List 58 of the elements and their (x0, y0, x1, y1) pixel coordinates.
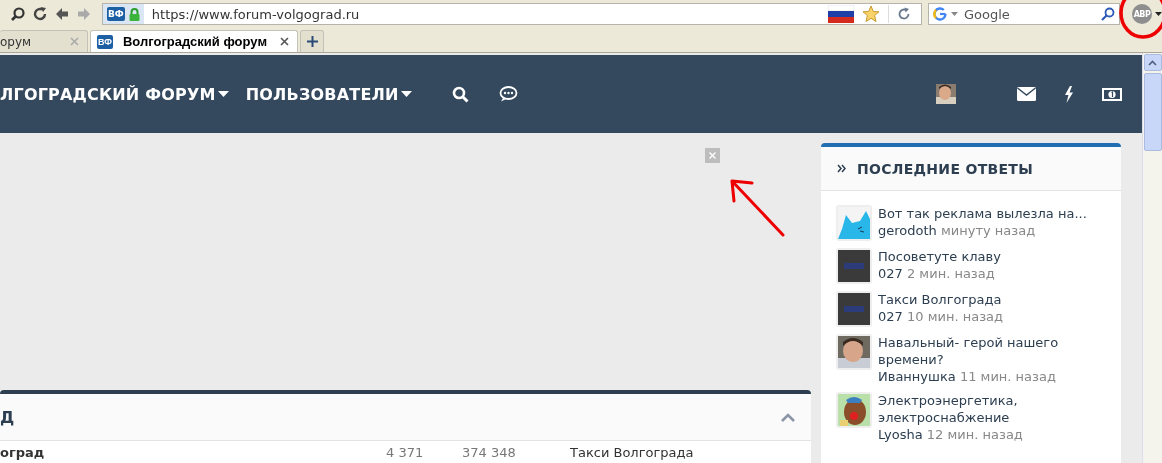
lightning-icon[interactable] (1064, 85, 1074, 103)
topic-count: 4 371 (386, 444, 425, 460)
last-post-link[interactable]: Такси Волгограда (570, 444, 694, 460)
google-g-icon (933, 7, 947, 21)
tab-title: Волгоградский форум (122, 34, 268, 49)
chat-bubble-icon[interactable] (498, 86, 518, 102)
double-chevron-icon (837, 164, 846, 173)
plus-icon (306, 36, 318, 47)
collapse-chevron-icon[interactable] (781, 412, 795, 422)
author-name[interactable]: 027 (878, 309, 903, 324)
author-name[interactable]: gerodoth (878, 223, 937, 238)
banknote-icon[interactable] (1102, 87, 1122, 101)
post-time: 11 мин. назад (959, 369, 1056, 384)
topic-link[interactable]: Такси Волгограда (878, 291, 1003, 308)
sidebar-title: ПОСЛЕДНИЕ ОТВЕТЫ (857, 160, 1033, 177)
author-name[interactable]: 027 (878, 266, 903, 281)
search-box[interactable]: Google (928, 3, 1120, 25)
section-title: Д (0, 407, 15, 427)
envelope-icon[interactable] (1017, 87, 1036, 101)
back-arrow-icon[interactable] (54, 6, 70, 22)
caret-icon (951, 12, 958, 16)
post-time: 12 мин. назад (926, 427, 1023, 442)
search-icon[interactable] (451, 85, 469, 103)
post-count: 374 348 (462, 444, 517, 460)
search-icon[interactable] (10, 6, 26, 22)
site-logo: ВФ (97, 34, 113, 49)
tab-title: орум (0, 34, 33, 49)
search-icon[interactable] (1101, 7, 1115, 21)
author-name[interactable]: Lyosha (878, 427, 923, 442)
close-icon[interactable] (280, 37, 289, 46)
topic-link[interactable]: Электроэнергетика, электроснабжение (878, 392, 1106, 426)
author-name[interactable]: Иваннушка (878, 369, 956, 384)
post-time: 2 мин. назад (906, 266, 995, 281)
address-bar[interactable]: ВФ https://www.forum-volgograd.ru (102, 3, 922, 25)
topic-link[interactable]: Вот так реклама вылезла на... (878, 205, 1087, 222)
nav-menu-item[interactable]: ПОЛЬЗОВАТЕЛИ (245, 84, 412, 104)
refresh-icon[interactable] (897, 7, 911, 21)
post-time: 10 мин. назад (906, 309, 1003, 324)
browser-tab[interactable]: орум (0, 30, 88, 52)
scroll-up-button[interactable] (1143, 54, 1162, 71)
caret-icon[interactable] (1155, 12, 1162, 16)
scrollbar[interactable] (1142, 53, 1162, 463)
star-icon[interactable] (862, 5, 880, 23)
topic-link[interactable]: Посоветуте клаву (878, 248, 1001, 265)
browser-tab[interactable]: ВФ Волгоградский форум (90, 30, 298, 52)
forum-title[interactable]: оград (0, 444, 386, 460)
url-text: https://www.forum-volgograd.ru (151, 6, 360, 22)
reload-icon[interactable] (32, 6, 48, 22)
site-logo: ВФ (107, 7, 125, 21)
new-tab-button[interactable] (300, 30, 324, 52)
nav-menu-item[interactable]: ЛГОГРАДСКИЙ ФОРУМ (0, 84, 229, 104)
close-icon (709, 152, 716, 159)
lock-icon (128, 7, 140, 21)
scroll-thumb[interactable] (1143, 73, 1162, 151)
post-time: минуту назад (940, 223, 1036, 238)
up-chevron-icon (1148, 59, 1157, 66)
topic-link[interactable]: Навальный- герой нашего времени? (878, 334, 1106, 368)
russian-flag-icon (828, 5, 854, 23)
